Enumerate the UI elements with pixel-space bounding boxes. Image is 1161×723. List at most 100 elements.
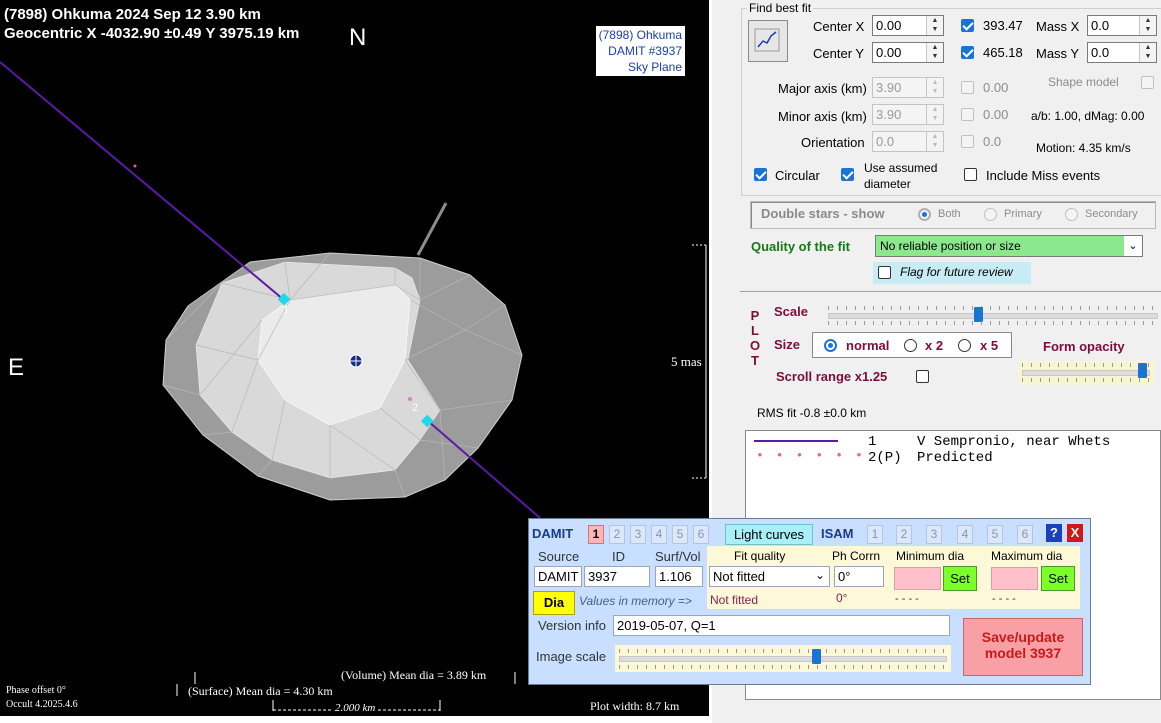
major-axis-result: 0.00 <box>983 80 1009 95</box>
damit-model-5[interactable]: 5 <box>672 525 688 544</box>
center-y-value: 0.00 <box>876 45 902 60</box>
shape-model-checkbox[interactable] <box>1141 76 1154 89</box>
memory-fit-quality: Not fitted <box>710 593 759 607</box>
plot-letter-p: P <box>750 308 760 323</box>
mass-x-spinner[interactable]: 0.0 ▲ ▼ <box>1087 15 1157 36</box>
chord-1-label: 1 <box>283 302 289 316</box>
isam-model-1[interactable]: 1 <box>867 525 883 544</box>
center-y-checkbox[interactable] <box>961 46 974 59</box>
isam-model-4[interactable]: 4 <box>957 525 973 544</box>
surface-mean-diameter: (Surface) Mean dia = 4.30 km <box>188 684 333 698</box>
memory-ph-corr: 0° <box>836 591 848 605</box>
secondary-label: Secondary <box>1085 208 1138 220</box>
shape-model-label: Shape model <box>1048 75 1119 89</box>
mass-y-value: 0.0 <box>1091 45 1110 60</box>
minimum-dia-field[interactable] <box>894 567 941 590</box>
id-field: 3937 <box>584 566 650 587</box>
scroll-range-checkbox[interactable] <box>916 370 929 383</box>
spinner-arrows-icon[interactable]: ▲ ▼ <box>926 43 943 62</box>
major-axis-checkbox[interactable] <box>961 81 974 94</box>
opacity-slider[interactable] <box>1018 361 1154 385</box>
spinner-arrows-icon[interactable]: ▲ ▼ <box>1139 16 1156 35</box>
orientation-checkbox[interactable] <box>961 135 974 148</box>
scale-slider-thumb[interactable] <box>974 307 984 322</box>
form-opacity-label: Form opacity <box>1043 339 1125 354</box>
image-scale-label: Image scale <box>536 649 607 664</box>
isam-model-5[interactable]: 5 <box>987 525 1003 544</box>
help-button[interactable]: ? <box>1046 524 1062 542</box>
occult-version: Occult 4.2025.4.6 <box>6 699 78 710</box>
image-scale-thumb[interactable] <box>812 649 822 664</box>
size-x2-radio[interactable] <box>904 339 917 352</box>
chevron-down-icon[interactable]: ⌄ <box>1124 236 1142 256</box>
isam-model-3[interactable]: 3 <box>926 525 942 544</box>
damit-model-6[interactable]: 6 <box>693 525 709 544</box>
center-x-checkbox[interactable] <box>961 19 974 32</box>
primary-radio[interactable] <box>984 208 997 221</box>
motion-text: Motion: 4.35 km/s <box>1036 141 1131 155</box>
scroll-range-label: Scroll range x1.25 <box>776 369 888 384</box>
set-minimum-dia-button[interactable]: Set <box>943 566 977 591</box>
light-curves-button[interactable]: Light curves <box>725 524 813 545</box>
spinner-arrows-icon[interactable]: ▲ ▼ <box>926 16 943 35</box>
version-info-field: 2019-05-07, Q=1 <box>613 615 950 636</box>
info-asteroid: (7898) Ohkuma <box>598 28 682 42</box>
save-line-1: Save/update <box>981 629 1065 645</box>
damit-model-2[interactable]: 2 <box>609 525 625 544</box>
scale-slider[interactable] <box>828 306 1158 326</box>
fit-quality-dropdown[interactable]: Not fitted ⌄ <box>709 566 830 587</box>
use-assumed-diameter-checkbox[interactable] <box>841 168 854 181</box>
minor-axis-spinner[interactable]: 3.90 ▲ ▼ <box>872 104 944 125</box>
info-damit-id: DAMIT #3937 <box>608 44 682 58</box>
size-normal-radio[interactable] <box>824 339 837 352</box>
isam-label: ISAM <box>821 526 854 541</box>
circular-checkbox[interactable] <box>754 168 767 181</box>
minor-axis-checkbox[interactable] <box>961 108 974 121</box>
source-field: DAMIT <box>534 566 582 587</box>
major-axis-label: Major axis (km) <box>778 81 867 96</box>
plot-width: Plot width: 8.7 km <box>590 699 680 713</box>
east-label: E <box>8 354 25 381</box>
values-in-memory: Values in memory => <box>579 594 692 608</box>
mass-x-value: 0.0 <box>1091 18 1110 33</box>
image-scale-track <box>619 656 947 662</box>
mass-x-label: Mass X <box>1036 19 1080 34</box>
save-update-model-button[interactable]: Save/update model 3937 <box>963 618 1083 676</box>
center-x-value: 0.00 <box>876 18 902 33</box>
fit-button[interactable] <box>748 20 788 62</box>
size-x5-radio[interactable] <box>958 339 971 352</box>
center-x-spinner[interactable]: 0.00 ▲ ▼ <box>872 15 944 36</box>
damit-model-1[interactable]: 1 <box>588 525 604 544</box>
plot-info-box: (7898) Ohkuma DAMIT #3937 Sky Plane <box>595 26 685 76</box>
major-axis-spinner[interactable]: 3.90 ▲ ▼ <box>872 77 944 98</box>
include-miss-checkbox[interactable] <box>964 168 977 181</box>
quality-of-fit-dropdown[interactable]: No reliable position or size ⌄ <box>875 235 1143 257</box>
spinner-arrows-icon[interactable]: ▲ ▼ <box>1139 43 1156 62</box>
set-maximum-dia-button[interactable]: Set <box>1041 566 1075 591</box>
close-button[interactable]: X <box>1067 524 1083 542</box>
ph-corr-field[interactable]: 0° <box>834 566 884 587</box>
maximum-dia-field[interactable] <box>991 567 1038 590</box>
opacity-slider-thumb[interactable] <box>1137 363 1147 378</box>
fit-graph-icon <box>754 28 780 52</box>
dia-button[interactable]: Dia <box>533 591 575 615</box>
legend-line-1 <box>754 440 838 442</box>
image-scale-slider[interactable] <box>615 645 951 672</box>
damit-model-4[interactable]: 4 <box>651 525 667 544</box>
both-radio[interactable] <box>918 208 931 221</box>
isam-model-6[interactable]: 6 <box>1017 525 1033 544</box>
damit-model-3[interactable]: 3 <box>630 525 646 544</box>
mass-y-spinner[interactable]: 0.0 ▲ ▼ <box>1087 42 1157 63</box>
damit-panel: DAMIT 1 2 3 4 5 6 Light curves ISAM 1 2 … <box>528 518 1091 685</box>
col-fit-quality: Fit quality <box>734 549 786 563</box>
center-y-spinner[interactable]: 0.00 ▲ ▼ <box>872 42 944 63</box>
phase-offset: Phase offset 0° <box>6 685 66 696</box>
isam-model-2[interactable]: 2 <box>896 525 912 544</box>
flag-review-checkbox[interactable] <box>878 266 891 279</box>
secondary-radio[interactable] <box>1065 208 1078 221</box>
memory-max-dia: - - - - <box>992 593 1016 605</box>
orientation-spinner[interactable]: 0.0 ▲ ▼ <box>872 131 944 152</box>
mas-scale-label: 5 mas <box>671 354 702 369</box>
chevron-down-icon[interactable]: ⌄ <box>815 568 825 582</box>
save-line-2: model 3937 <box>984 645 1062 661</box>
